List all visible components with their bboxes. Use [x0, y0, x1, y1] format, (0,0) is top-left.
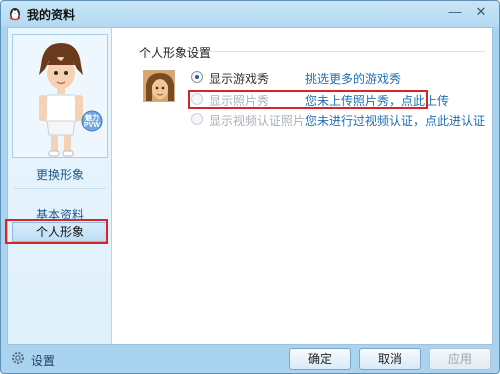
game-show-thumbnail — [143, 70, 175, 102]
sidebar-divider — [14, 188, 106, 189]
section-divider — [209, 51, 485, 52]
client-area: 魅力 PVW 更换形象 基本资料 个人形象 个人形象设置 显示游戏秀 挑选更多的… — [5, 27, 493, 345]
section-title: 个人形象设置 — [139, 46, 212, 60]
option-video-photo-label: 显示视频认证照片 — [209, 114, 306, 128]
title-bar[interactable]: 我的资料 — ✕ — [1, 1, 499, 25]
option-game-show-label: 显示游戏秀 — [209, 72, 270, 86]
change-avatar-link[interactable]: 更换形象 — [8, 166, 112, 183]
apply-button[interactable]: 应用 — [429, 348, 491, 370]
gear-icon[interactable] — [11, 351, 25, 365]
qq-penguin-icon — [9, 8, 21, 21]
close-icon[interactable]: ✕ — [471, 5, 491, 21]
main-panel: 个人形象设置 显示游戏秀 挑选更多的游戏秀 显示照片秀 您未上传照片秀，点此上传… — [113, 28, 492, 344]
window-title: 我的资料 — [27, 8, 76, 22]
settings-link[interactable]: 设置 — [31, 352, 55, 369]
radio-video-photo[interactable] — [191, 113, 203, 125]
profile-window: 我的资料 — ✕ 魅力 PVW 更换形象 基本资料 个人形象 个人形象设置 显示… — [0, 0, 500, 374]
footer-bar: 设置 确定 取消 应用 — [1, 345, 499, 373]
ok-button[interactable]: 确定 — [289, 348, 351, 370]
cancel-button[interactable]: 取消 — [359, 348, 421, 370]
pick-more-game-show-link[interactable]: 挑选更多的游戏秀 — [305, 70, 401, 87]
avatar-figure — [13, 35, 107, 157]
radio-game-show[interactable] — [191, 71, 203, 83]
minimize-icon[interactable]: — — [445, 5, 465, 21]
sidebar: 魅力 PVW 更换形象 基本资料 个人形象 — [5, 28, 112, 344]
video-verify-link[interactable]: 您未进行过视频认证，点此进认证 — [305, 112, 485, 129]
highlight-box-photo-show — [188, 90, 428, 109]
avatar-preview: 魅力 PVW — [12, 34, 108, 158]
charm-badge-line2: PVW — [84, 122, 100, 129]
highlight-box-sidebar — [5, 219, 108, 244]
